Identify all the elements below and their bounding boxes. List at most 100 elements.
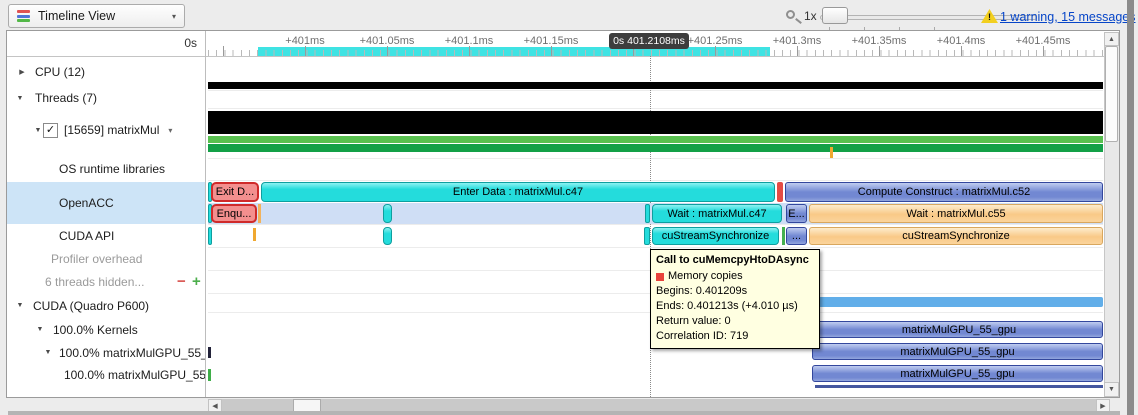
row-label: 100.0% matrixMulGPU_55_gp xyxy=(64,368,205,382)
openacc-exit-data-bar[interactable]: Exit D... xyxy=(211,182,259,202)
kernel-bar-clipped xyxy=(815,385,1103,388)
interval-bar-clipped xyxy=(208,369,211,381)
openacc-wait-c47-bar[interactable]: Wait : matrixMul.c47 xyxy=(652,204,782,223)
interval-bar-sliver[interactable] xyxy=(258,204,261,223)
collapsed-arrow-icon[interactable]: ▶ xyxy=(17,68,27,76)
row-label: 100.0% Kernels xyxy=(53,322,138,337)
tooltip-title: Call to cuMemcpyHtoDAsync xyxy=(656,254,809,266)
ruler-tick-label: +401.35ms xyxy=(851,35,907,47)
tooltip-category: Memory copies xyxy=(668,270,743,282)
bottom-edge-strip xyxy=(8,411,1120,415)
row-label: OS runtime libraries xyxy=(59,162,166,176)
view-selector-label: Timeline View xyxy=(38,9,116,23)
expanded-arrow-icon[interactable]: ▼ xyxy=(33,127,43,134)
kernel-bar[interactable]: matrixMulGPU_55_gpu xyxy=(812,343,1103,360)
expanded-arrow-icon[interactable]: ▼ xyxy=(43,349,53,356)
tooltip-return-value: Return value: 0 xyxy=(656,315,731,327)
cuda-api-small-interval[interactable] xyxy=(383,227,392,245)
row-menu-caret-icon[interactable]: ▾ xyxy=(168,126,172,135)
openacc-compute-construct-bar[interactable]: Compute Construct : matrixMul.c52 xyxy=(785,182,1103,202)
ruler-tick-label: +401.05ms xyxy=(359,35,415,47)
tooltip-ends: Ends: 0.401213s (+4.010 µs) xyxy=(656,300,798,312)
thread-checkbox[interactable]: ✓ xyxy=(43,122,58,138)
zoom-slider-handle[interactable] xyxy=(822,7,848,24)
ruler-tick-label: +401.1ms xyxy=(444,35,494,47)
sidebar-item-threads-hidden[interactable]: 6 threads hidden... − + xyxy=(7,270,205,293)
row-separator xyxy=(208,108,1103,109)
row-separator xyxy=(208,90,1103,91)
messages-link[interactable]: 1 warning, 15 messages xyxy=(1000,10,1136,24)
row-separator xyxy=(208,224,1103,225)
row-label: [15659] matrixMul xyxy=(64,123,160,137)
time-cursor-badge: 0s 401.2108ms xyxy=(609,33,689,49)
row-label: CPU (12) xyxy=(35,65,86,79)
cpu-utilization-bar xyxy=(208,82,1103,89)
ruler-tick-label: +401.4ms xyxy=(936,35,986,47)
interval-bar-sliver[interactable] xyxy=(777,182,783,202)
row-label: 100.0% matrixMulGPU_55_gpu xyxy=(59,345,205,360)
row-label: CUDA (Quadro P600) xyxy=(33,298,150,313)
openacc-enter-data-bar[interactable]: Enter Data : matrixMul.c47 xyxy=(261,182,775,202)
scroll-down-button[interactable]: ▼ xyxy=(1104,382,1119,397)
interval-bar-clipped xyxy=(208,347,211,358)
thread-running-bar-light xyxy=(208,136,1103,143)
openacc-small-interval[interactable] xyxy=(383,204,392,223)
thread-running-bar-dark xyxy=(208,144,1103,152)
ruler-tick-label: +401ms xyxy=(285,35,325,47)
memory-copies-swatch-icon xyxy=(656,272,664,281)
chevron-down-icon: ▾ xyxy=(171,11,176,21)
expanded-arrow-icon[interactable]: ▼ xyxy=(15,302,25,309)
row-label: Profiler overhead xyxy=(51,251,143,266)
interval-bar-sliver[interactable] xyxy=(645,204,650,223)
interval-bar-clipped[interactable] xyxy=(208,227,212,245)
sidebar-item-kernels[interactable]: ▼ 100.0% Kernels xyxy=(7,318,205,341)
magnifier-icon xyxy=(786,10,795,19)
sidebar-item-os-runtime[interactable]: OS runtime libraries xyxy=(7,156,205,182)
row-label: Threads (7) xyxy=(35,91,98,105)
interval-bar-sliver[interactable] xyxy=(782,227,785,245)
sidebar-item-cuda-device[interactable]: ▼ CUDA (Quadro P600) xyxy=(7,293,205,318)
vertical-scrollbar-thumb[interactable] xyxy=(1105,46,1118,142)
tooltip-begins: Begins: 0.401209s xyxy=(656,285,748,297)
interval-bar-sliver[interactable] xyxy=(644,227,650,245)
openacc-wait-c55-bar[interactable]: Wait : matrixMul.c55 xyxy=(809,204,1103,223)
event-tooltip: Call to cuMemcpyHtoDAsync Memory copies … xyxy=(650,249,820,349)
cuda-api-stream-sync-bar[interactable]: cuStreamSynchronize xyxy=(652,227,779,245)
tooltip-correlation-id: Correlation ID: 719 xyxy=(656,330,749,342)
sidebar-item-profiler-overhead[interactable]: Profiler overhead xyxy=(7,247,205,270)
row-separator xyxy=(208,247,1103,248)
ruler-tick-label: +401.3ms xyxy=(772,35,822,47)
row-separator xyxy=(208,180,1103,181)
sidebar-item-matrixmul[interactable]: ▼ ✓ [15659] matrixMul ▾ xyxy=(7,112,205,148)
sidebar-divider[interactable] xyxy=(205,31,206,397)
kernel-bar[interactable]: matrixMulGPU_55_gpu xyxy=(812,365,1103,382)
sidebar-item-kernel-instance[interactable]: 100.0% matrixMulGPU_55_gp xyxy=(7,364,205,386)
openacc-e-bar[interactable]: E... xyxy=(786,204,807,223)
cuda-api-memcpy-bar[interactable]: ... xyxy=(786,227,807,245)
scroll-up-button[interactable]: ▲ xyxy=(1104,32,1119,46)
thread-state-bar xyxy=(208,111,1103,134)
zoom-level-label: 1x xyxy=(804,9,817,23)
row-label: 6 threads hidden... xyxy=(45,274,145,289)
sidebar-item-threads[interactable]: ▼ Threads (7) xyxy=(7,86,205,110)
view-selector-dropdown[interactable]: Timeline View ▾ xyxy=(8,4,185,28)
sidebar-item-openacc[interactable]: OpenACC xyxy=(7,182,205,224)
expanded-arrow-icon[interactable]: ▼ xyxy=(35,326,45,333)
sidebar-item-cuda-api[interactable]: CUDA API xyxy=(7,224,205,247)
add-row-plus-icon[interactable]: + xyxy=(192,274,201,289)
ruler-origin-label: 0s xyxy=(184,36,197,50)
os-runtime-event-tick[interactable] xyxy=(830,147,833,158)
ruler-divider xyxy=(7,56,1119,57)
expanded-arrow-icon[interactable]: ▼ xyxy=(15,95,25,102)
window-edge-strip xyxy=(1127,0,1134,415)
cuda-api-stream-sync-bar-2[interactable]: cuStreamSynchronize xyxy=(809,227,1103,245)
row-label: OpenACC xyxy=(59,196,114,210)
sidebar-item-kernel-group[interactable]: ▼ 100.0% matrixMulGPU_55_gpu xyxy=(7,341,205,364)
kernel-bar[interactable]: matrixMulGPU_55_gpu xyxy=(815,321,1103,338)
openacc-enqueue-bar[interactable]: Enqu... xyxy=(211,204,257,223)
sidebar-item-cpu[interactable]: ▶ CPU (12) xyxy=(7,58,205,86)
magnifier-handle-icon xyxy=(795,18,802,24)
cuda-api-event-tick[interactable] xyxy=(253,228,256,241)
ruler-tick-label: +401.45ms xyxy=(1015,35,1071,47)
remove-row-minus-icon[interactable]: − xyxy=(177,274,186,289)
